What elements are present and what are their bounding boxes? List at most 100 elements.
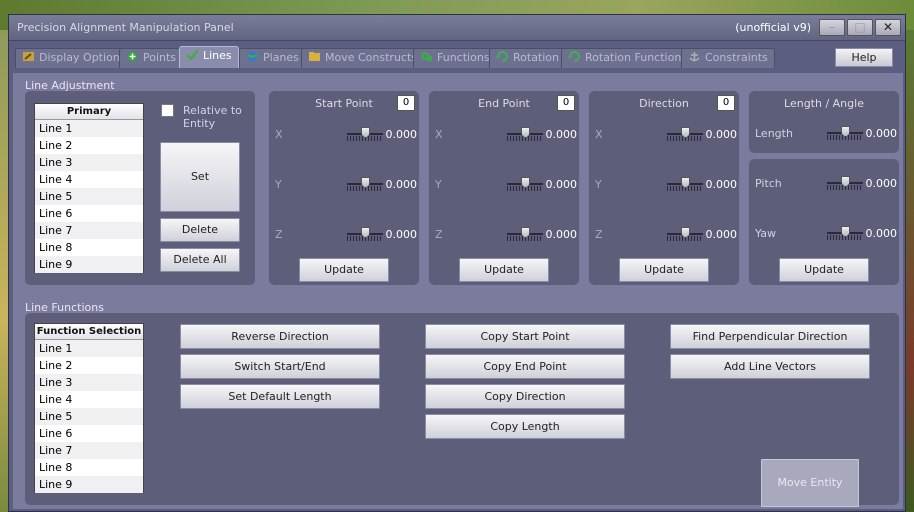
- list-item[interactable]: Line 5: [35, 188, 143, 205]
- tab-bar: Display Options Points Lines Planes Move…: [15, 46, 899, 68]
- end-point-counter[interactable]: 0: [557, 95, 575, 111]
- set-button[interactable]: Set: [160, 142, 240, 212]
- length-angle-update-button[interactable]: Update: [779, 258, 869, 282]
- list-item[interactable]: Line 8: [35, 459, 143, 476]
- primary-list-header: Primary: [35, 104, 143, 120]
- list-item[interactable]: Line 2: [35, 137, 143, 154]
- start-point-update-button[interactable]: Update: [299, 258, 389, 282]
- end-y-slider[interactable]: [507, 177, 543, 191]
- maximize-button[interactable]: □: [847, 19, 873, 36]
- start-y-slider[interactable]: [347, 177, 383, 191]
- tab-constraints[interactable]: Constraints: [681, 48, 775, 68]
- list-item[interactable]: Line 8: [35, 239, 143, 256]
- gears-icon: [421, 52, 433, 62]
- end-y-value: 0.000: [545, 178, 578, 191]
- direction-y-label: Y: [595, 178, 602, 191]
- pitch-slider[interactable]: [827, 176, 863, 190]
- end-point-panel: End Point 0 X 0.000 Y 0.000 Z 0.000 Upda…: [429, 91, 579, 285]
- list-item[interactable]: Line 1: [35, 120, 143, 137]
- direction-update-button[interactable]: Update: [619, 258, 709, 282]
- end-y-label: Y: [435, 178, 442, 191]
- help-button[interactable]: Help: [835, 48, 893, 67]
- delete-button[interactable]: Delete: [160, 218, 240, 242]
- list-item[interactable]: Line 6: [35, 205, 143, 222]
- list-item[interactable]: Line 7: [35, 222, 143, 239]
- delete-all-button[interactable]: Delete All: [160, 248, 240, 272]
- tab-label: Points: [143, 51, 177, 64]
- tab-rotation[interactable]: Rotation: [489, 48, 567, 68]
- length-slider[interactable]: [827, 126, 863, 140]
- start-point-counter[interactable]: 0: [397, 95, 415, 111]
- start-y-value: 0.000: [385, 178, 418, 191]
- tab-label: Planes: [263, 51, 299, 64]
- tab-display-options[interactable]: Display Options: [15, 48, 133, 68]
- entity-label: Entity: [183, 117, 216, 130]
- tab-label: Lines: [203, 49, 232, 62]
- list-item[interactable]: Line 5: [35, 408, 143, 425]
- length-label: Length: [755, 127, 793, 140]
- anchor-icon: [689, 52, 700, 62]
- angle-panel: Pitch 0.000 Yaw 0.000 Update: [749, 159, 899, 285]
- function-selection-list[interactable]: Function Selection Line 1 Line 2 Line 3 Lin…: [34, 323, 144, 493]
- end-point-update-button[interactable]: Update: [459, 258, 549, 282]
- minimize-button[interactable]: –: [819, 19, 845, 36]
- direction-x-value: 0.000: [705, 128, 738, 141]
- copy-direction-button[interactable]: Copy Direction: [425, 384, 625, 409]
- direction-x-slider[interactable]: [667, 127, 703, 141]
- list-item[interactable]: Line 4: [35, 171, 143, 188]
- reverse-direction-button[interactable]: Reverse Direction: [180, 324, 380, 349]
- tab-rotation-functions[interactable]: Rotation Functions: [561, 48, 695, 68]
- line-adjustment-panel: Primary Line 1 Line 2 Line 3 Line 4 Line 5 Li…: [25, 91, 255, 285]
- end-x-slider[interactable]: [507, 127, 543, 141]
- close-button[interactable]: ✕: [875, 19, 901, 36]
- lines-tab-content: Line Adjustment Primary Line 1 Line 2 Line…: [13, 73, 903, 509]
- line-functions-panel: Function Selection Line 1 Line 2 Line 3 Lin…: [25, 313, 899, 507]
- move-entity-button[interactable]: Move Entity: [761, 459, 859, 507]
- copy-length-button[interactable]: Copy Length: [425, 414, 625, 439]
- find-perpendicular-direction-button[interactable]: Find Perpendicular Direction: [670, 324, 870, 349]
- copy-end-point-button[interactable]: Copy End Point: [425, 354, 625, 379]
- pitch-value: 0.000: [865, 177, 898, 190]
- list-item[interactable]: Line 9: [35, 476, 143, 493]
- list-item[interactable]: Line 3: [35, 374, 143, 391]
- plus-circle-icon: [127, 51, 138, 62]
- copy-start-point-button[interactable]: Copy Start Point: [425, 324, 625, 349]
- primary-line-list[interactable]: Primary Line 1 Line 2 Line 3 Line 4 Line 5 Li…: [34, 103, 144, 273]
- title-bar[interactable]: Precision Alignment Manipulation Panel (…: [9, 15, 905, 41]
- tab-move-constructs[interactable]: Move Constructs: [301, 48, 425, 68]
- set-default-length-button[interactable]: Set Default Length: [180, 384, 380, 409]
- tab-lines[interactable]: Lines: [179, 46, 239, 68]
- tab-planes[interactable]: Planes: [239, 48, 306, 68]
- length-angle-title: Length / Angle: [784, 97, 864, 110]
- direction-counter[interactable]: 0: [717, 95, 735, 111]
- direction-y-slider[interactable]: [667, 177, 703, 191]
- checkmark-icon: [186, 49, 199, 60]
- add-line-vectors-button[interactable]: Add Line Vectors: [670, 354, 870, 379]
- list-item[interactable]: Line 2: [35, 357, 143, 374]
- start-x-slider[interactable]: [347, 127, 383, 141]
- direction-x-label: X: [595, 128, 603, 141]
- relative-to-label: Relative to: [183, 104, 242, 117]
- tab-label: Display Options: [39, 51, 126, 64]
- list-item[interactable]: Line 1: [35, 340, 143, 357]
- tab-functions[interactable]: Functions: [413, 48, 497, 68]
- list-item[interactable]: Line 3: [35, 154, 143, 171]
- direction-z-slider[interactable]: [667, 227, 703, 241]
- list-item[interactable]: Line 6: [35, 425, 143, 442]
- rotate-icon: [496, 51, 508, 62]
- end-z-value: 0.000: [545, 228, 578, 241]
- relative-to-entity-checkbox[interactable]: [161, 104, 174, 117]
- switch-start-end-button[interactable]: Switch Start/End: [180, 354, 380, 379]
- list-item[interactable]: Line 4: [35, 391, 143, 408]
- yaw-slider[interactable]: [827, 226, 863, 240]
- direction-z-value: 0.000: [705, 228, 738, 241]
- list-item[interactable]: Line 7: [35, 442, 143, 459]
- list-item[interactable]: Line 9: [35, 256, 143, 273]
- tab-label: Functions: [437, 51, 490, 64]
- end-z-slider[interactable]: [507, 227, 543, 241]
- tab-label: Move Constructs: [325, 51, 418, 64]
- tab-points[interactable]: Points: [119, 48, 184, 68]
- function-list-header: Function Selection: [35, 324, 143, 340]
- start-z-slider[interactable]: [347, 227, 383, 241]
- end-x-label: X: [435, 128, 443, 141]
